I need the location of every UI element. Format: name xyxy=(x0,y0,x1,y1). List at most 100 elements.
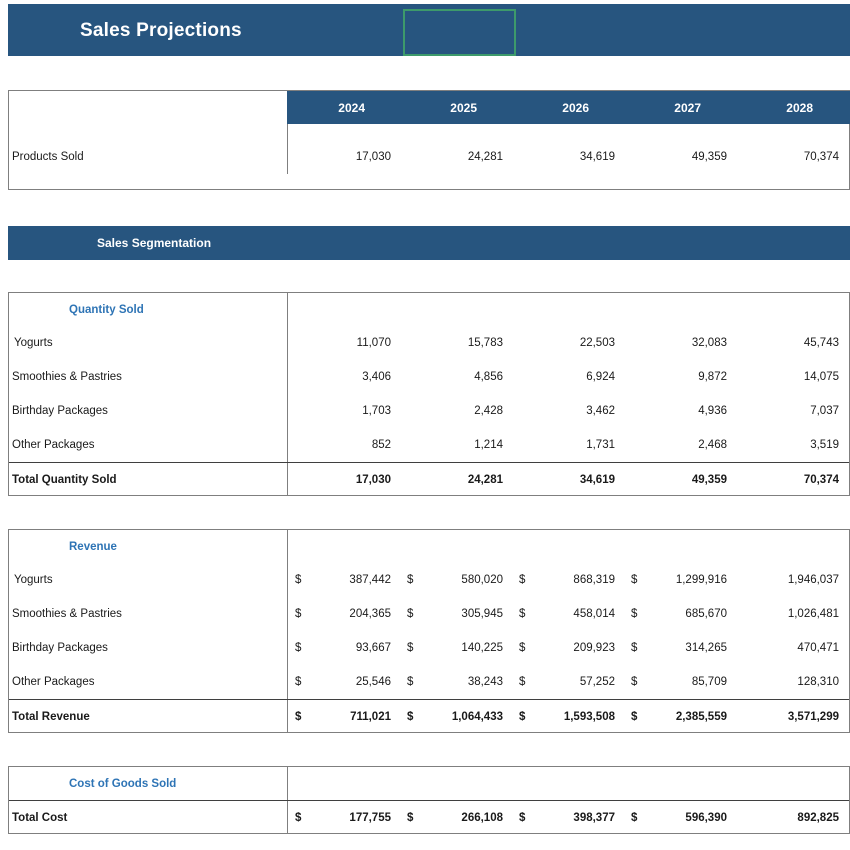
total-value: $ 398,377 xyxy=(512,801,624,834)
year-header-row: 2024 2025 2026 2027 2028 xyxy=(287,91,850,124)
section-empty-cell xyxy=(400,530,512,563)
row-value: 2,468 xyxy=(624,428,736,462)
section-title-cell: Cost of Goods Sold xyxy=(9,767,288,800)
row-value: $ 140,225 xyxy=(400,631,512,665)
total-value: 49,359 xyxy=(624,463,736,496)
row-value: 3,519 xyxy=(736,428,848,462)
row-value: 7,037 xyxy=(736,394,848,428)
currency-symbol: $ xyxy=(631,574,637,586)
currency-symbol: $ xyxy=(295,608,301,620)
amount: 85,709 xyxy=(641,676,727,688)
total-value: $ 177,755 xyxy=(288,801,400,834)
year-header-2025: 2025 xyxy=(399,91,511,124)
amount: 1,064,433 xyxy=(417,711,503,723)
row-value: 1,026,481 xyxy=(736,597,848,631)
table-row: Yogurts $ 387,442 $ 580,020 $ 868,319 $ … xyxy=(9,563,849,597)
total-value: 3,571,299 xyxy=(736,700,848,733)
total-label: Total Quantity Sold xyxy=(9,463,288,496)
title-banner: Sales Projections xyxy=(8,4,850,56)
amount: 305,945 xyxy=(417,608,503,620)
section-empty-cell xyxy=(624,293,736,326)
section-empty-cell xyxy=(512,767,624,800)
currency-symbol: $ xyxy=(519,812,525,824)
total-value: 34,619 xyxy=(512,463,624,496)
row-label: Smoothies & Pastries xyxy=(9,597,288,631)
currency-symbol: $ xyxy=(407,608,413,620)
table-row: Yogurts 11,070 15,783 22,503 32,083 45,7… xyxy=(9,326,849,360)
section-header-row: Quantity Sold xyxy=(9,293,849,326)
total-value: $ 2,385,559 xyxy=(624,700,736,733)
section-empty-cell xyxy=(288,767,400,800)
sales-segmentation-label: Sales Segmentation xyxy=(8,236,211,250)
row-value: $ 25,546 xyxy=(288,665,400,699)
currency-symbol: $ xyxy=(407,574,413,586)
year-header-2028: 2028 xyxy=(735,91,847,124)
amount: 25,546 xyxy=(305,676,391,688)
amount: 685,670 xyxy=(641,608,727,620)
amount: 398,377 xyxy=(529,812,615,824)
section-empty-cell xyxy=(736,293,848,326)
row-value: 4,856 xyxy=(400,360,512,394)
row-value: $ 314,265 xyxy=(624,631,736,665)
row-value: 3,462 xyxy=(512,394,624,428)
amount: 458,014 xyxy=(529,608,615,620)
amount: 596,390 xyxy=(641,812,727,824)
row-value: 32,083 xyxy=(624,326,736,360)
amount: 57,252 xyxy=(529,676,615,688)
row-value: 4,936 xyxy=(624,394,736,428)
total-row: Total Revenue $ 711,021 $ 1,064,433 $ 1,… xyxy=(9,699,849,733)
row-value: $ 85,709 xyxy=(624,665,736,699)
row-value: $ 868,319 xyxy=(512,563,624,597)
row-value: $ 57,252 xyxy=(512,665,624,699)
row-value: 852 xyxy=(288,428,400,462)
amount: 93,667 xyxy=(305,642,391,654)
row-value: $ 305,945 xyxy=(400,597,512,631)
table-row: Products Sold 17,030 24,281 34,619 49,35… xyxy=(9,140,849,174)
sales-segmentation-banner: Sales Segmentation xyxy=(8,226,850,260)
row-label: Birthday Packages xyxy=(9,394,288,428)
table-row: Birthday Packages $ 93,667 $ 140,225 $ 2… xyxy=(9,631,849,665)
section-empty-cell xyxy=(400,293,512,326)
row-label: Smoothies & Pastries xyxy=(9,360,288,394)
amount: 314,265 xyxy=(641,642,727,654)
row-label: Yogurts xyxy=(9,563,288,597)
section-empty-cell xyxy=(736,530,848,563)
currency-symbol: $ xyxy=(631,676,637,688)
total-row: Total Cost $ 177,755 $ 266,108 $ 398,377… xyxy=(9,800,849,834)
row-value: $ 1,299,916 xyxy=(624,563,736,597)
section-empty-cell xyxy=(512,293,624,326)
total-label: Total Revenue xyxy=(9,700,288,733)
amount: 38,243 xyxy=(417,676,503,688)
spreadsheet-canvas: Sales Projections Products Sold 17,030 2… xyxy=(0,0,850,850)
year-header-2027: 2027 xyxy=(623,91,735,124)
row-label: Other Packages xyxy=(9,665,288,699)
revenue-section-title: Revenue xyxy=(12,541,117,553)
currency-symbol: $ xyxy=(407,812,413,824)
row-value: 1,214 xyxy=(400,428,512,462)
row-value: $ 685,670 xyxy=(624,597,736,631)
currency-symbol: $ xyxy=(519,676,525,688)
amount: 1,593,508 xyxy=(529,711,615,723)
row-value: 11,070 xyxy=(288,326,400,360)
section-empty-cell xyxy=(736,767,848,800)
currency-symbol: $ xyxy=(295,574,301,586)
page-title: Sales Projections xyxy=(80,20,242,42)
total-value: 70,374 xyxy=(736,463,848,496)
currency-symbol: $ xyxy=(519,574,525,586)
revenue-table: Revenue Yogurts $ 387,442 $ 580,020 $ 86… xyxy=(8,529,850,733)
amount: 2,385,559 xyxy=(641,711,727,723)
row-value: 15,783 xyxy=(400,326,512,360)
cost-of-goods-sold-table: Cost of Goods Sold Total Cost $ 177,755 … xyxy=(8,766,850,834)
row-value: 1,703 xyxy=(288,394,400,428)
row-label: Yogurts xyxy=(9,326,288,360)
amount: 868,319 xyxy=(529,574,615,586)
table-row: Smoothies & Pastries $ 204,365 $ 305,945… xyxy=(9,597,849,631)
row-value: $ 580,020 xyxy=(400,563,512,597)
total-value: 24,281 xyxy=(400,463,512,496)
total-value: $ 266,108 xyxy=(400,801,512,834)
row-value: 70,374 xyxy=(736,140,848,174)
currency-symbol: $ xyxy=(407,711,413,723)
row-value: $ 387,442 xyxy=(288,563,400,597)
row-value: 1,731 xyxy=(512,428,624,462)
active-cell-selection[interactable] xyxy=(403,9,516,56)
